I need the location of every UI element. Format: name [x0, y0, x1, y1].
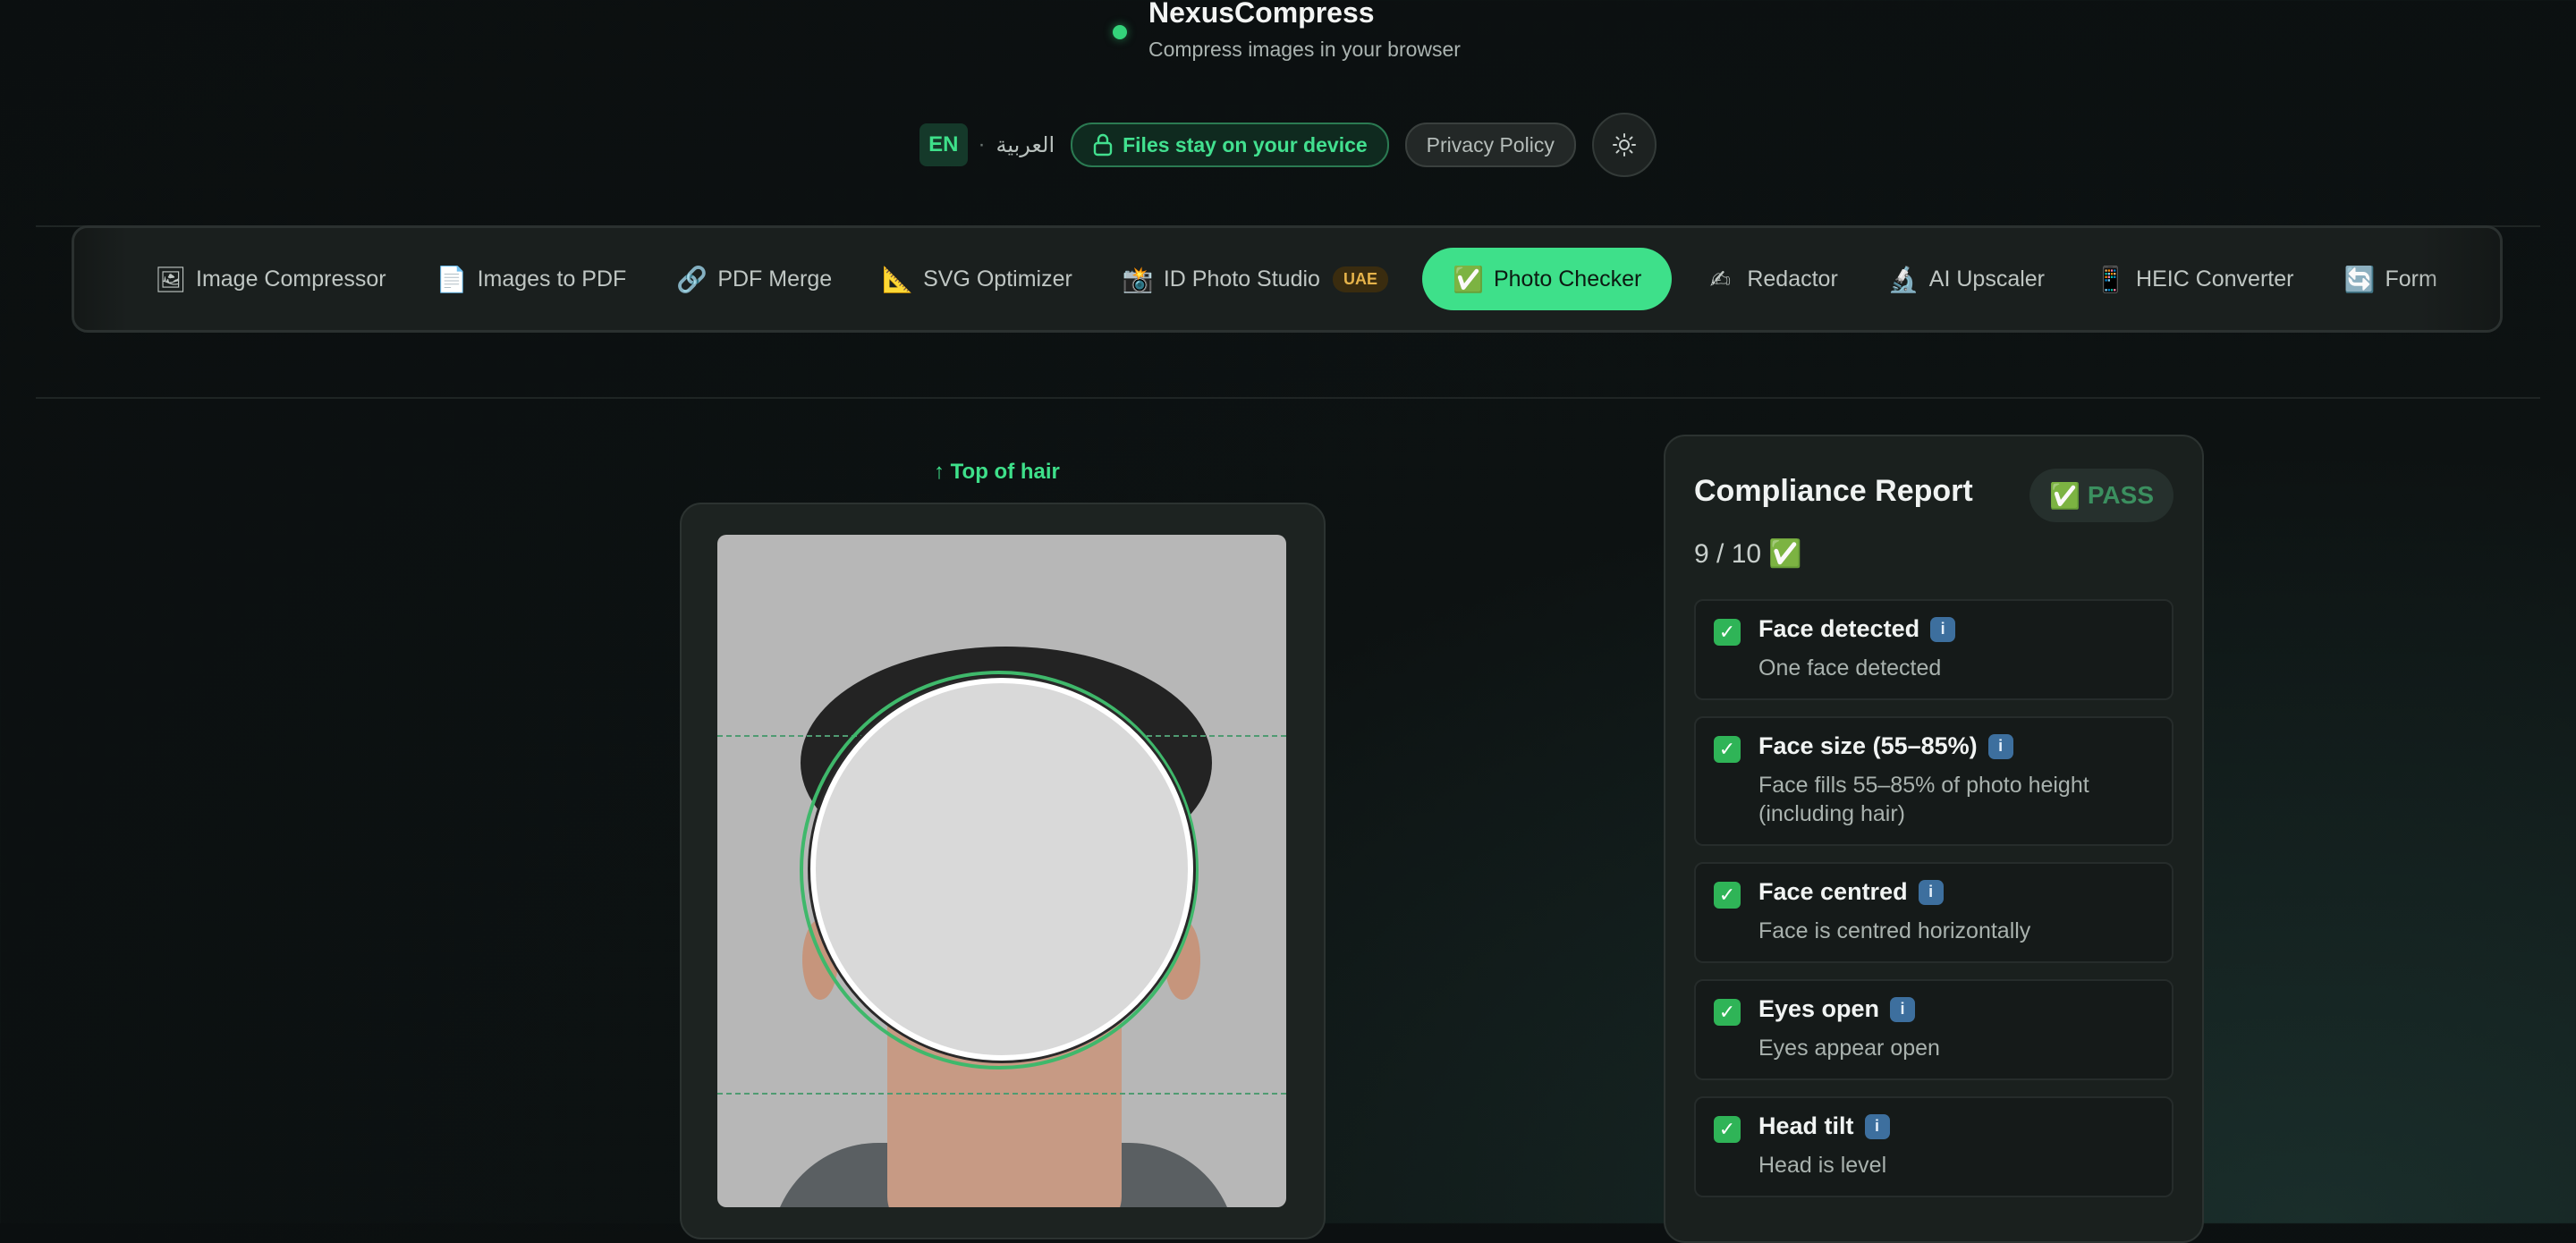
nav-item-icon: 📱	[2095, 265, 2126, 293]
nav-item-id-photo-studio[interactable]: 📸 ID Photo Studio UAE	[1115, 248, 1395, 310]
check-item: ✓ Head tilt i Head is level	[1694, 1096, 2174, 1197]
status-badge: ✅ PASS	[2029, 469, 2174, 522]
check-description: Eyes appear open	[1758, 1036, 1940, 1061]
lang-separator: ·	[978, 132, 986, 156]
tool-nav-bar: 🖼 Image Compressor 📄 Images to PDF 🔗 PDF Merg…	[72, 225, 2503, 333]
nav-item-label: AI Upscaler	[1928, 266, 2046, 292]
tool-nav-section: 🖼 Image Compressor 📄 Images to PDF 🔗 PDF Merg…	[36, 225, 2540, 399]
brand: NexusCompress Compress images in your br…	[1113, 0, 1461, 62]
lang-en-button[interactable]: EN	[919, 123, 968, 166]
header-toolbar: EN · العربية Files stay on your device P…	[0, 113, 2576, 177]
check-item: ✓ Face detected i One face detected	[1694, 599, 2174, 700]
nav-item-photo-checker[interactable]: ✅ Photo Checker	[1421, 248, 1673, 310]
check-name: Face size (55–85%) i	[1758, 732, 2154, 760]
check-description: Face fills 55–85% of photo height (inclu…	[1758, 773, 2089, 826]
nav-item-label: HEIC Converter	[2136, 266, 2294, 292]
check-item: ✓ Face size (55–85%) i Face fills 55–85% of…	[1694, 716, 2174, 846]
language-switcher: EN · العربية	[919, 123, 1055, 166]
info-icon[interactable]: i	[1864, 1113, 1890, 1139]
check-name-text: Head tilt	[1758, 1112, 1854, 1139]
info-icon[interactable]: i	[1918, 879, 1944, 905]
check-name: Face centred i	[1758, 878, 2030, 906]
nav-item-icon: 🔄	[2343, 265, 2376, 293]
nav-item-icon: 🖼	[155, 265, 187, 293]
check-pass-icon: ✓	[1714, 736, 1741, 763]
region-badge: UAE	[1332, 266, 1388, 292]
nav-item-icon: 🔗	[676, 265, 708, 293]
brand-status-dot	[1113, 25, 1127, 39]
nav-item-label: Images to PDF	[477, 266, 627, 292]
nav-fade-left	[74, 228, 128, 330]
nav-item-heic-converter[interactable]: 📱 HEIC Converter	[2088, 248, 2301, 310]
status-label: PASS	[2087, 481, 2154, 509]
info-icon[interactable]: i	[1987, 733, 2013, 759]
chin-guide-line	[717, 1093, 1286, 1095]
brand-title: NexusCompress	[1148, 0, 1375, 29]
check-name: Face detected i	[1758, 615, 1956, 643]
check-name-text: Face detected	[1758, 615, 1920, 642]
check-pass-icon: ✓	[1714, 619, 1741, 646]
nav-item-svg-optimizer[interactable]: 📐 SVG Optimizer	[875, 248, 1080, 310]
nav-item-icon: 📄	[436, 265, 468, 293]
nav-item-label: Image Compressor	[196, 266, 386, 292]
nav-fade-right	[2419, 228, 2500, 330]
check-item: ✓ Eyes open i Eyes appear open	[1694, 979, 2174, 1080]
tool-nav-list: 🖼 Image Compressor 📄 Images to PDF 🔗 PDF Merg…	[148, 248, 2445, 310]
nav-item-ai-upscaler[interactable]: 🔬 AI Upscaler	[1881, 248, 2052, 310]
check-name-text: Eyes open	[1758, 995, 1880, 1022]
nav-item-pdf-merge[interactable]: 🔗 PDF Merge	[669, 248, 839, 310]
check-pass-icon: ✓	[1714, 1116, 1741, 1143]
compliance-report-panel: Compliance Report ✅ PASS 9 / 10 ✅ ✓ Face …	[1664, 435, 2204, 1243]
face-privacy-mask	[810, 678, 1193, 1061]
report-score: 9 / 10 ✅	[1694, 539, 1802, 569]
brand-subtitle: Compress images in your browser	[1148, 38, 1461, 61]
nav-item-redactor[interactable]: ✍ Redactor	[1699, 248, 1844, 310]
nav-item-images-to-pdf[interactable]: 📄 Images to PDF	[429, 248, 634, 310]
nav-item-icon: ✅	[1452, 265, 1484, 293]
sun-icon	[1612, 133, 1636, 156]
lock-icon	[1093, 133, 1113, 156]
top-of-hair-label: ↑ Top of hair	[934, 460, 1060, 484]
report-title: Compliance Report	[1694, 474, 1973, 508]
nav-item-label: ID Photo Studio	[1163, 266, 1320, 292]
check-pass-icon: ✓	[1714, 999, 1741, 1026]
check-description: Head is level	[1758, 1153, 1887, 1178]
nav-item-label: SVG Optimizer	[923, 266, 1072, 292]
files-on-device-pill[interactable]: Files stay on your device	[1071, 123, 1389, 167]
theme-toggle-button[interactable]	[1591, 113, 1657, 177]
info-icon[interactable]: i	[1930, 616, 1956, 642]
nav-item-icon: 📸	[1122, 265, 1154, 293]
check-icon: ✅	[2048, 481, 2080, 510]
photo-preview	[717, 535, 1286, 1207]
check-item: ✓ Face centred i Face is centred horizontal…	[1694, 862, 2174, 963]
privacy-policy-button[interactable]: Privacy Policy	[1404, 123, 1576, 167]
check-description: One face detected	[1758, 655, 1942, 681]
nav-item-label: Photo Checker	[1493, 266, 1642, 292]
nav-item-label: PDF Merge	[717, 266, 833, 292]
nav-item-icon: ✍	[1709, 265, 1732, 293]
nav-item-label: Redactor	[1747, 266, 1838, 292]
nav-item-image-compressor[interactable]: 🖼 Image Compressor	[148, 248, 394, 310]
check-name-text: Face centred	[1758, 878, 1908, 905]
check-name: Head tilt i	[1758, 1112, 1890, 1140]
check-name: Eyes open i	[1758, 995, 1940, 1023]
nav-item-icon: 📐	[882, 265, 913, 293]
check-description: Face is centred horizontally	[1758, 918, 2031, 943]
info-icon[interactable]: i	[1890, 996, 1916, 1022]
lang-ar-button[interactable]: العربية	[996, 132, 1055, 158]
photo-preview-card	[680, 503, 1326, 1239]
files-on-device-label: Files stay on your device	[1123, 132, 1368, 156]
check-list: ✓ Face detected i One face detected ✓ Face si…	[1694, 599, 2174, 1213]
nav-item-icon: 🔬	[1887, 265, 1919, 293]
privacy-policy-label: Privacy Policy	[1426, 132, 1555, 156]
check-name-text: Face size (55–85%)	[1758, 732, 1978, 759]
check-pass-icon: ✓	[1714, 882, 1741, 909]
